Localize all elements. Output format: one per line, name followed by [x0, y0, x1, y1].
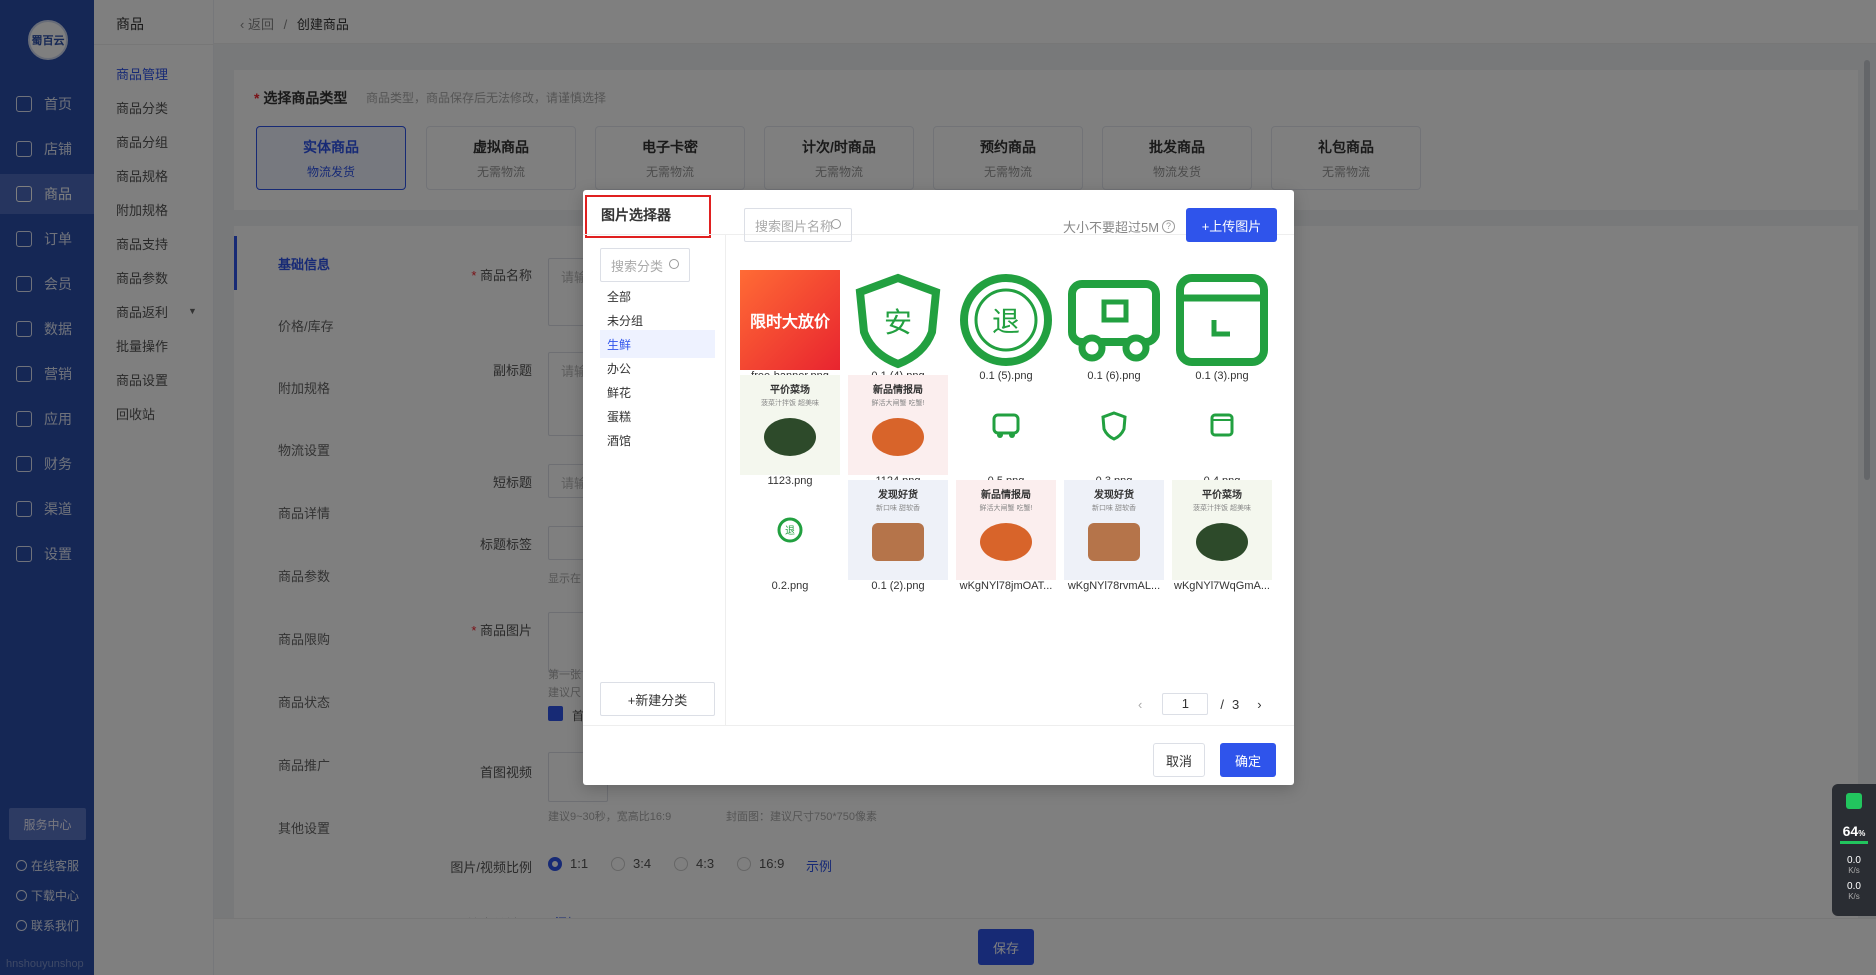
dish-image: [764, 418, 816, 456]
thumb-subtitle: 鲜活大闸蟹 吃蟹!: [871, 400, 925, 407]
divider: [583, 725, 1294, 726]
thumb-title: 发现好货: [878, 490, 918, 501]
image-tile[interactable]: 平价菜场菠菜汁拌饭 超美味 wKgNYl7WqGmA...: [1164, 480, 1272, 592]
thumb-subtitle: 菠菜汁拌饭 超美味: [1193, 505, 1251, 512]
image-name: wKgNYl78jmOAT...: [959, 580, 1053, 592]
dish-image: [872, 418, 924, 456]
image-tile[interactable]: 退 0.1 (5).png: [948, 270, 1052, 382]
speed-unit: K/s: [1848, 892, 1860, 901]
refund-icon: 退: [777, 517, 803, 543]
truck-icon: [992, 413, 1020, 438]
image-tile[interactable]: 安 0.1 (4).png: [840, 270, 941, 382]
image-tile[interactable]: 发现好货新口味 甜软香 wKgNYl78rvmAL...: [1056, 480, 1164, 592]
thumb-title: 新品情报局: [981, 490, 1031, 501]
usage-bar: [1840, 841, 1868, 844]
banner-thumbnail: 限时大放价: [740, 270, 840, 370]
thumb-title: 新品情报局: [873, 385, 923, 396]
divider: [725, 235, 726, 725]
image-picker-dialog: 图片选择器 × 搜索分类 全部 未分组 生鲜 办公 鲜花 蛋糕 酒馆 +新建分类…: [583, 190, 1294, 785]
image-tile[interactable]: 0.5.png: [948, 375, 1048, 487]
image-tile[interactable]: 退 0.2.png: [732, 480, 832, 592]
upload-image-button[interactable]: +上传图片: [1186, 208, 1277, 242]
search-placeholder: 搜索分类: [611, 258, 664, 274]
thumb-title: 平价菜场: [770, 385, 810, 396]
image-tile[interactable]: 限时大放价 free-banner.png: [732, 270, 840, 382]
search-placeholder: 搜索图片名称: [755, 218, 834, 234]
download-value: 0.0: [1847, 881, 1861, 892]
image-name: 0.1 (2).png: [871, 580, 925, 592]
page-separator: /: [1220, 696, 1224, 712]
page-input[interactable]: 1: [1162, 693, 1209, 715]
image-name: wKgNYl7WqGmA...: [1174, 580, 1270, 592]
shield-icon: 安: [855, 273, 941, 369]
image-tile[interactable]: 0.1 (3).png: [1164, 270, 1268, 382]
dish-image: [872, 523, 924, 561]
dish-image: [1196, 523, 1248, 561]
food-thumbnail: 平价菜场菠菜汁拌饭 超美味: [1172, 480, 1272, 580]
food-thumbnail: 新品情报局鲜活大闸蟹 吃蟹!: [848, 375, 948, 475]
image-name: 0.2.png: [771, 580, 809, 592]
svg-text:安: 安: [884, 307, 912, 338]
image-tile[interactable]: 0.4.png: [1164, 375, 1264, 487]
image-name: wKgNYl78rvmAL...: [1067, 580, 1161, 592]
food-thumbnail: 发现好货新口味 甜软香: [848, 480, 948, 580]
thumb-subtitle: 菠菜汁拌饭 超美味: [761, 400, 819, 407]
new-category-button[interactable]: +新建分类: [600, 682, 715, 716]
truck-icon: [1068, 280, 1160, 362]
dish-image: [1088, 523, 1140, 561]
image-tile[interactable]: 平价菜场 菠菜汁拌饭 超美味 1123.png: [732, 375, 840, 487]
food-thumbnail: 新品情报局鲜活大闸蟹 吃蟹!: [956, 480, 1056, 580]
speed-unit: K/s: [1848, 866, 1860, 875]
size-hint-text: 大小不要超过5M: [1063, 220, 1160, 235]
percent-value: 64: [1842, 823, 1859, 839]
svg-text:退: 退: [785, 525, 795, 537]
pagination: ‹ 1 / 3 ›: [1138, 693, 1262, 715]
size-hint: 大小不要超过5M?: [1063, 217, 1176, 236]
shield-icon: [1846, 793, 1862, 809]
dialog-title: 图片选择器: [601, 207, 671, 223]
network-speed-widget[interactable]: 64% 0.0 K/s 0.0 K/s: [1832, 784, 1876, 916]
dish-image: [980, 523, 1032, 561]
refund-icon: 退: [960, 274, 1052, 366]
percent-unit: %: [1858, 829, 1866, 838]
help-icon[interactable]: ?: [1162, 220, 1176, 233]
search-icon: [831, 219, 841, 229]
total-pages: 3: [1231, 696, 1240, 712]
search-icon: [669, 259, 679, 269]
cancel-button[interactable]: 取消: [1153, 743, 1205, 777]
upload-speed: 0.0 K/s: [1832, 856, 1876, 876]
food-thumbnail: 平价菜场菠菜汁拌饭 超美味: [740, 375, 840, 475]
image-search-input[interactable]: 搜索图片名称: [744, 208, 852, 242]
prev-page-icon[interactable]: ‹: [1138, 697, 1142, 712]
thumb-subtitle: 新口味 甜软香: [876, 505, 920, 512]
image-tile[interactable]: 0.3.png: [1056, 375, 1156, 487]
next-page-icon[interactable]: ›: [1257, 697, 1261, 712]
confirm-button[interactable]: 确定: [1220, 743, 1276, 777]
download-speed: 0.0 K/s: [1832, 882, 1876, 902]
clock-box-icon: [1176, 274, 1268, 366]
upload-value: 0.0: [1847, 855, 1861, 866]
clock-box-icon: [1210, 413, 1234, 437]
food-thumbnail: 发现好货新口味 甜软香: [1064, 480, 1164, 580]
svg-text:退: 退: [992, 306, 1020, 337]
image-tile[interactable]: 0.1 (6).png: [1056, 270, 1160, 382]
image-tile[interactable]: 新品情报局鲜活大闸蟹 吃蟹! wKgNYl78jmOAT...: [948, 480, 1056, 592]
thumb-subtitle: 新口味 甜软香: [1092, 505, 1136, 512]
thumb-subtitle: 鲜活大闸蟹 吃蟹!: [979, 505, 1033, 512]
thumb-title: 平价菜场: [1202, 490, 1242, 501]
thumb-title: 发现好货: [1094, 490, 1134, 501]
category-search-input[interactable]: 搜索分类: [600, 248, 690, 282]
shield-icon: [1101, 411, 1127, 441]
image-tile[interactable]: 新品情报局鲜活大闸蟹 吃蟹! 1124.png: [840, 375, 948, 487]
category-item-tavern[interactable]: 酒馆: [600, 426, 715, 454]
cpu-percent: 64%: [1832, 823, 1876, 839]
image-tile[interactable]: 发现好货新口味 甜软香 0.1 (2).png: [840, 480, 948, 592]
